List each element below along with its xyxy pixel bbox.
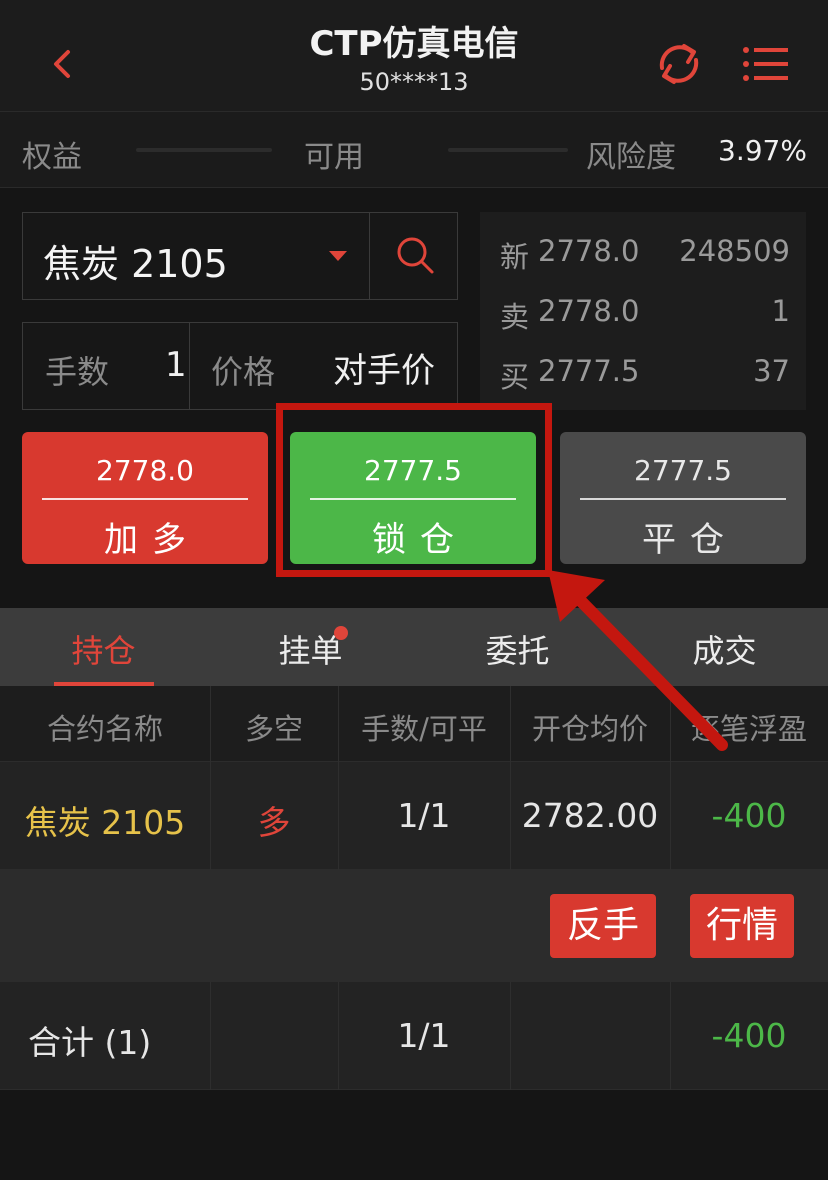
risk-value: 3.97% <box>718 134 807 167</box>
table-row[interactable]: 焦炭 2105 多 1/1 2782.00 -400 <box>0 762 828 870</box>
symbol-name: 焦炭 2105 <box>43 242 228 286</box>
ask-qty: 1 <box>771 294 790 328</box>
quote-ask-row: 卖 2778.0 1 <box>500 294 790 334</box>
empty-area <box>0 1090 828 1180</box>
volume: 248509 <box>679 234 790 268</box>
quote-panel: 新 2778.0 248509 卖 2778.0 1 买 2777.5 37 <box>480 212 806 410</box>
available-label: 可用 <box>304 140 364 175</box>
close-label: 平仓 <box>642 520 738 560</box>
column-divider <box>210 982 211 1090</box>
close-price: 2777.5 <box>634 454 732 487</box>
total-label: 合计 (1) <box>28 1023 152 1062</box>
add-label: 加多 <box>104 520 200 560</box>
col-avg-price: 开仓均价 <box>531 712 648 746</box>
notification-dot-icon <box>334 626 348 640</box>
menu-list-icon[interactable] <box>740 40 792 88</box>
add-price: 2778.0 <box>96 454 194 487</box>
equity-label: 权益 <box>22 140 82 175</box>
last-price: 2778.0 <box>538 234 640 268</box>
symbol-selector[interactable]: 焦炭 2105 <box>22 212 458 300</box>
divider <box>369 213 370 299</box>
quote-bid-row: 买 2777.5 37 <box>500 354 790 394</box>
row-direction: 多 <box>257 803 291 842</box>
row-contract: 焦炭 2105 <box>24 803 186 842</box>
row-pnl: -400 <box>711 796 787 835</box>
total-pnl: -400 <box>711 1016 787 1055</box>
account-summary-bar: 权益 可用 风险度 3.97% <box>0 112 828 188</box>
row-qty: 1/1 <box>397 796 451 835</box>
qty-price-row: 手数 1 价格 对手价 <box>22 322 458 410</box>
col-contract: 合约名称 <box>46 712 163 746</box>
refresh-icon[interactable] <box>650 38 708 90</box>
reverse-button[interactable]: 反手 <box>550 894 656 958</box>
tab-bar: 持仓 挂单 委托 成交 <box>0 608 828 686</box>
last-label: 新 <box>500 240 530 274</box>
col-pnl: 逐笔浮盈 <box>690 712 807 746</box>
search-icon[interactable] <box>393 233 437 277</box>
divider <box>189 323 190 409</box>
col-qty: 手数/可平 <box>361 712 487 746</box>
quote-last-row: 新 2778.0 248509 <box>500 234 790 274</box>
total-row: 合计 (1) 1/1 -400 <box>0 982 828 1090</box>
dropdown-caret-icon[interactable] <box>329 251 347 261</box>
column-divider <box>210 686 211 870</box>
risk-label: 风险度 <box>586 140 676 175</box>
close-position-button[interactable]: 2777.5 平仓 <box>560 432 806 564</box>
tab-pending[interactable]: 挂单 <box>207 626 414 672</box>
divider <box>580 498 786 500</box>
nav-header: CTP仿真电信 50****13 <box>0 0 828 112</box>
tab-orders[interactable]: 委托 <box>414 626 621 672</box>
qty-label: 手数 <box>45 353 110 391</box>
price-type-input[interactable]: 对手价 <box>333 343 435 392</box>
total-qty: 1/1 <box>397 1016 451 1055</box>
column-divider <box>510 686 511 870</box>
bid-price: 2777.5 <box>538 354 640 388</box>
bid-qty: 37 <box>753 354 790 388</box>
add-long-button[interactable]: 2778.0 加多 <box>22 432 268 564</box>
equity-value-masked <box>136 148 272 152</box>
divider <box>42 498 248 500</box>
column-divider <box>338 686 339 870</box>
column-divider <box>338 982 339 1090</box>
column-divider <box>670 686 671 870</box>
tab-positions[interactable]: 持仓 <box>0 626 207 672</box>
column-divider <box>670 982 671 1090</box>
ask-label: 卖 <box>500 300 530 334</box>
available-value-masked <box>448 148 568 152</box>
column-divider <box>510 982 511 1090</box>
table-header: 合约名称 多空 手数/可平 开仓均价 逐笔浮盈 <box>0 686 828 762</box>
row-avg-price: 2782.00 <box>521 796 659 835</box>
qty-input[interactable]: 1 <box>165 345 187 385</box>
market-button[interactable]: 行情 <box>690 894 794 958</box>
row-actions: 反手 行情 <box>0 870 828 982</box>
bid-label: 买 <box>500 360 530 394</box>
tab-trades[interactable]: 成交 <box>621 626 828 672</box>
ask-price: 2778.0 <box>538 294 640 328</box>
price-label: 价格 <box>211 353 276 391</box>
col-direction: 多空 <box>244 712 303 746</box>
highlight-box <box>276 403 552 577</box>
